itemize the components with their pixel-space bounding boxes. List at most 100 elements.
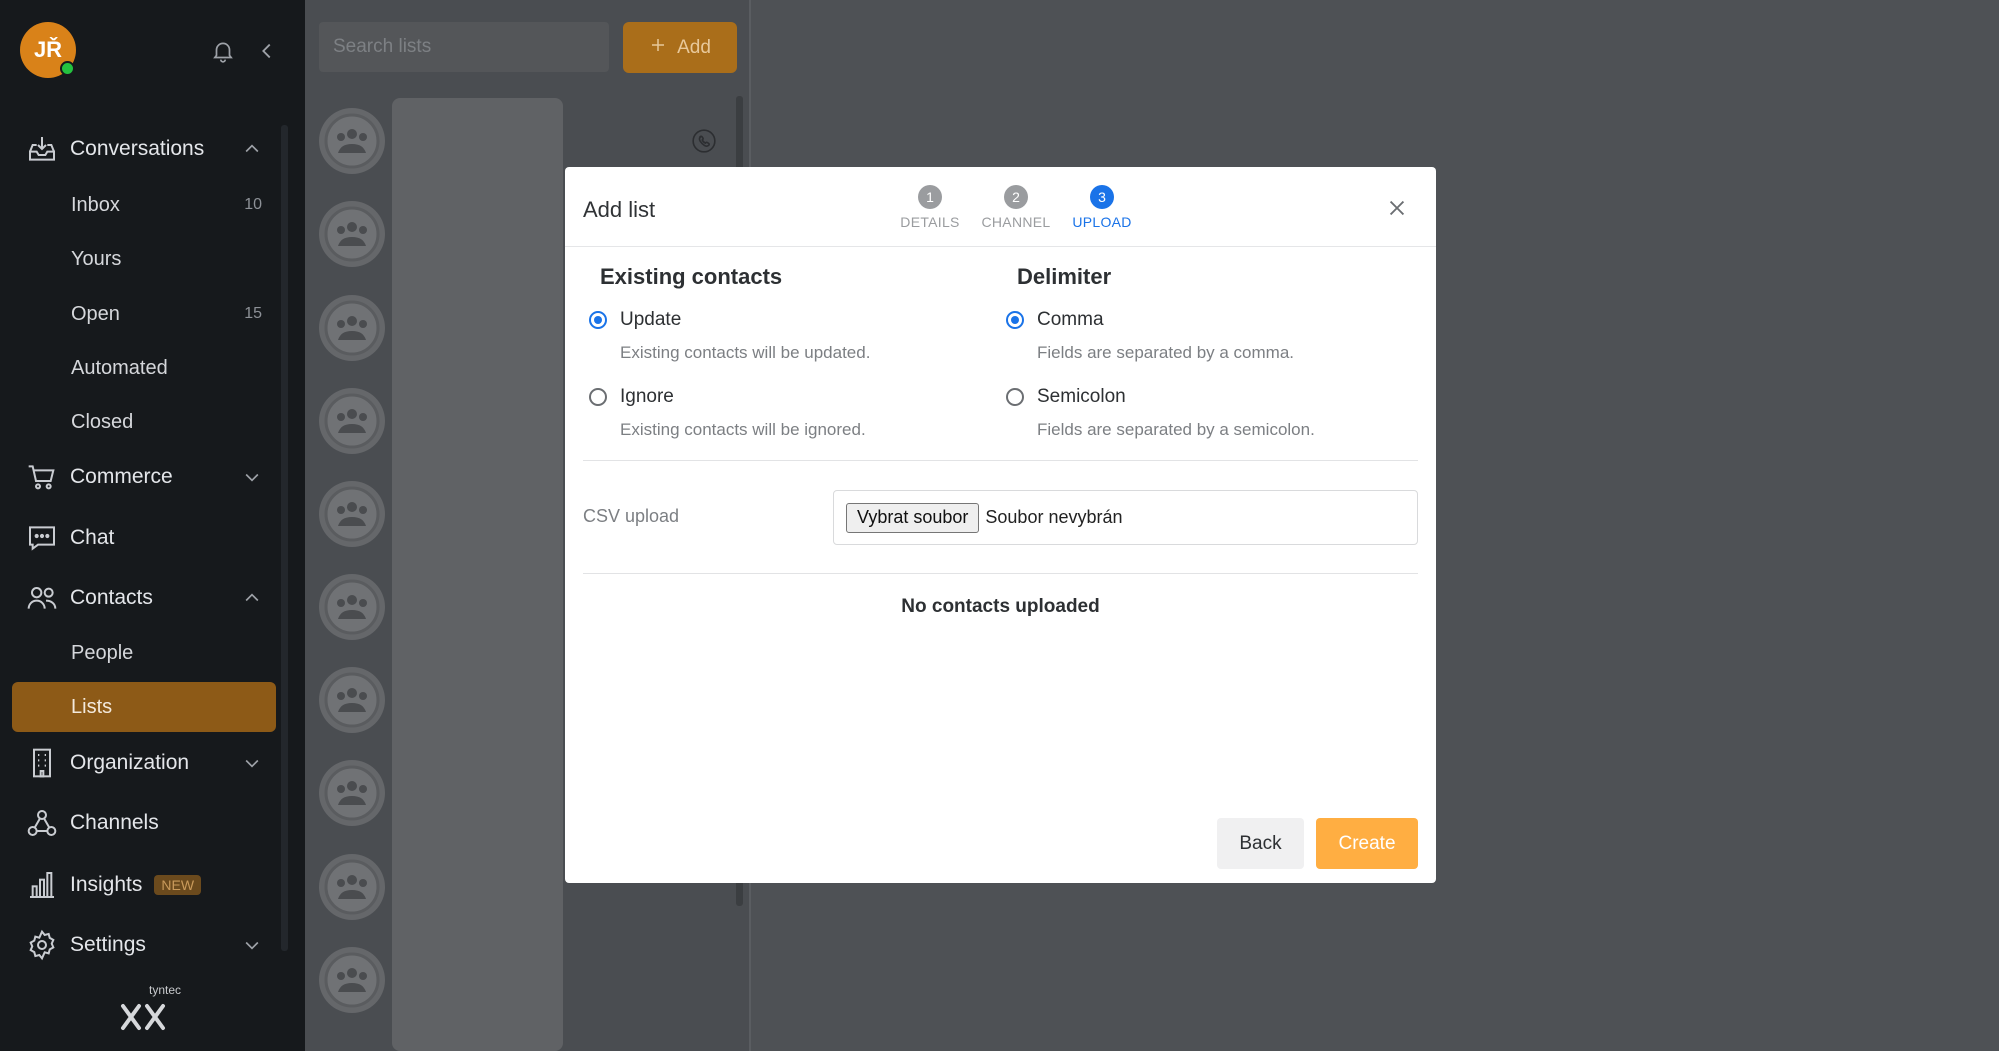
radio-comma-hint: Fields are separated by a comma. (1037, 343, 1295, 362)
list-avatar-icon[interactable] (319, 201, 385, 267)
nav-organization-label: Organization (70, 751, 190, 774)
empty-state-message: No contacts uploaded (901, 596, 1100, 617)
viber-icon (691, 128, 717, 154)
radio-ignore-hint: Existing contacts will be ignored. (620, 420, 866, 439)
chevron-down-icon (245, 473, 259, 482)
building-icon (24, 745, 60, 781)
nav-settings-label: Settings (70, 933, 146, 956)
list-avatar-icon[interactable] (319, 667, 385, 733)
radio-semicolon-hint: Fields are separated by a semicolon. (1037, 420, 1315, 439)
list-avatar-icon[interactable] (319, 388, 385, 454)
add-button-label: Add (677, 36, 711, 58)
nav-lists[interactable]: Lists (12, 682, 276, 732)
modal-header-divider (565, 246, 1436, 247)
add-list-modal: Add list 1 DETAILS 2 CHANNEL 3 UPLOAD Ex… (565, 167, 1436, 883)
radio-comma-label: Comma (1037, 309, 1104, 330)
list-items-placeholder (392, 98, 563, 1051)
radio-button-unchecked[interactable] (1006, 388, 1024, 406)
search-lists-input[interactable]: Search lists (319, 22, 609, 72)
cart-icon (24, 459, 60, 495)
brand-name: tyntec (149, 983, 182, 997)
online-status-dot (60, 61, 75, 76)
create-button[interactable]: Create (1316, 818, 1418, 869)
search-placeholder: Search lists (333, 36, 432, 57)
nav-chat[interactable]: Chat (12, 513, 276, 563)
nav-open-label: Open (71, 302, 120, 325)
nav-open[interactable]: Open 15 (12, 289, 276, 339)
nav-lists-label: Lists (71, 695, 113, 718)
radio-semicolon[interactable]: Semicolon (1006, 386, 1126, 408)
inbox-tray-icon (24, 131, 60, 167)
step-channel[interactable]: 2 CHANNEL (971, 185, 1061, 230)
radio-ignore[interactable]: Ignore (589, 386, 674, 408)
step-upload[interactable]: 3 UPLOAD (1057, 185, 1147, 230)
radio-button-checked[interactable] (589, 311, 607, 329)
list-avatar-icon[interactable] (319, 481, 385, 547)
section-divider (583, 573, 1418, 574)
nav-contacts-label: Contacts (70, 586, 153, 609)
chevron-down-icon (245, 759, 259, 768)
step-label: CHANNEL (981, 214, 1051, 230)
nav-people-label: People (71, 641, 134, 664)
chevron-up-icon (245, 593, 259, 602)
list-avatar-icon[interactable] (319, 947, 385, 1013)
nav-open-count: 15 (244, 305, 262, 322)
radio-update[interactable]: Update (589, 309, 681, 331)
gear-icon (24, 927, 60, 963)
nav-settings[interactable]: Settings (12, 920, 276, 970)
choose-file-button[interactable]: Vybrat soubor (846, 502, 980, 533)
plus-icon (649, 36, 667, 60)
nav-chat-label: Chat (70, 526, 115, 549)
radio-update-hint: Existing contacts will be updated. (620, 343, 871, 362)
avatar-initials: JŘ (33, 37, 63, 62)
existing-contacts-title: Existing contacts (600, 264, 783, 289)
radio-ignore-label: Ignore (620, 386, 674, 407)
nav-yours[interactable]: Yours (12, 234, 276, 284)
list-avatar-icon[interactable] (319, 574, 385, 640)
bell-icon[interactable] (209, 37, 237, 65)
radio-semicolon-label: Semicolon (1037, 386, 1126, 407)
nav-closed[interactable]: Closed (12, 397, 276, 447)
sidebar: JŘ Conversations Inbox 10 Yours Open 15 … (0, 0, 305, 1051)
nav-channels[interactable]: Channels (12, 798, 276, 848)
close-icon[interactable] (1386, 197, 1408, 219)
nav-commerce[interactable]: Commerce (12, 452, 276, 502)
collapse-sidebar-icon[interactable] (253, 37, 281, 65)
add-list-button[interactable]: Add (623, 22, 737, 73)
nav-automated[interactable]: Automated (12, 343, 276, 393)
list-avatar-icon[interactable] (319, 108, 385, 174)
nav-organization[interactable]: Organization (12, 738, 276, 788)
step-number: 3 (1090, 185, 1114, 209)
nav-yours-label: Yours (71, 247, 122, 270)
radio-button-unchecked[interactable] (589, 388, 607, 406)
nav-automated-label: Automated (71, 356, 168, 379)
nav-channels-label: Channels (70, 811, 159, 834)
nav-insights-label: Insights (70, 873, 143, 896)
section-divider (583, 460, 1418, 461)
nav-contacts[interactable]: Contacts (12, 573, 276, 623)
radio-button-checked[interactable] (1006, 311, 1024, 329)
nav-insights[interactable]: Insights NEW (12, 860, 276, 910)
nav-conversations-label: Conversations (70, 137, 205, 160)
csv-file-input[interactable]: Vybrat soubor Soubor nevybrán (833, 490, 1418, 545)
chevron-up-icon (245, 144, 259, 153)
back-button[interactable]: Back (1217, 818, 1304, 869)
network-icon (24, 805, 60, 841)
nav-people[interactable]: People (12, 628, 276, 678)
radio-comma[interactable]: Comma (1006, 309, 1104, 331)
list-avatar-icon[interactable] (319, 854, 385, 920)
list-avatar-icon[interactable] (319, 760, 385, 826)
file-status-text: Soubor nevybrán (985, 507, 1123, 527)
new-badge: NEW (154, 875, 202, 895)
nav-conversations[interactable]: Conversations (12, 124, 276, 174)
chevron-down-icon (245, 941, 259, 950)
people-icon (24, 580, 60, 616)
step-details[interactable]: 1 DETAILS (885, 185, 975, 230)
nav-inbox[interactable]: Inbox 10 (12, 180, 276, 230)
nav-closed-label: Closed (71, 410, 134, 433)
avatar[interactable]: JŘ (20, 22, 76, 78)
step-number: 1 (918, 185, 942, 209)
step-label: DETAILS (900, 214, 960, 230)
sidebar-scrollbar[interactable] (281, 125, 288, 951)
list-avatar-icon[interactable] (319, 295, 385, 361)
